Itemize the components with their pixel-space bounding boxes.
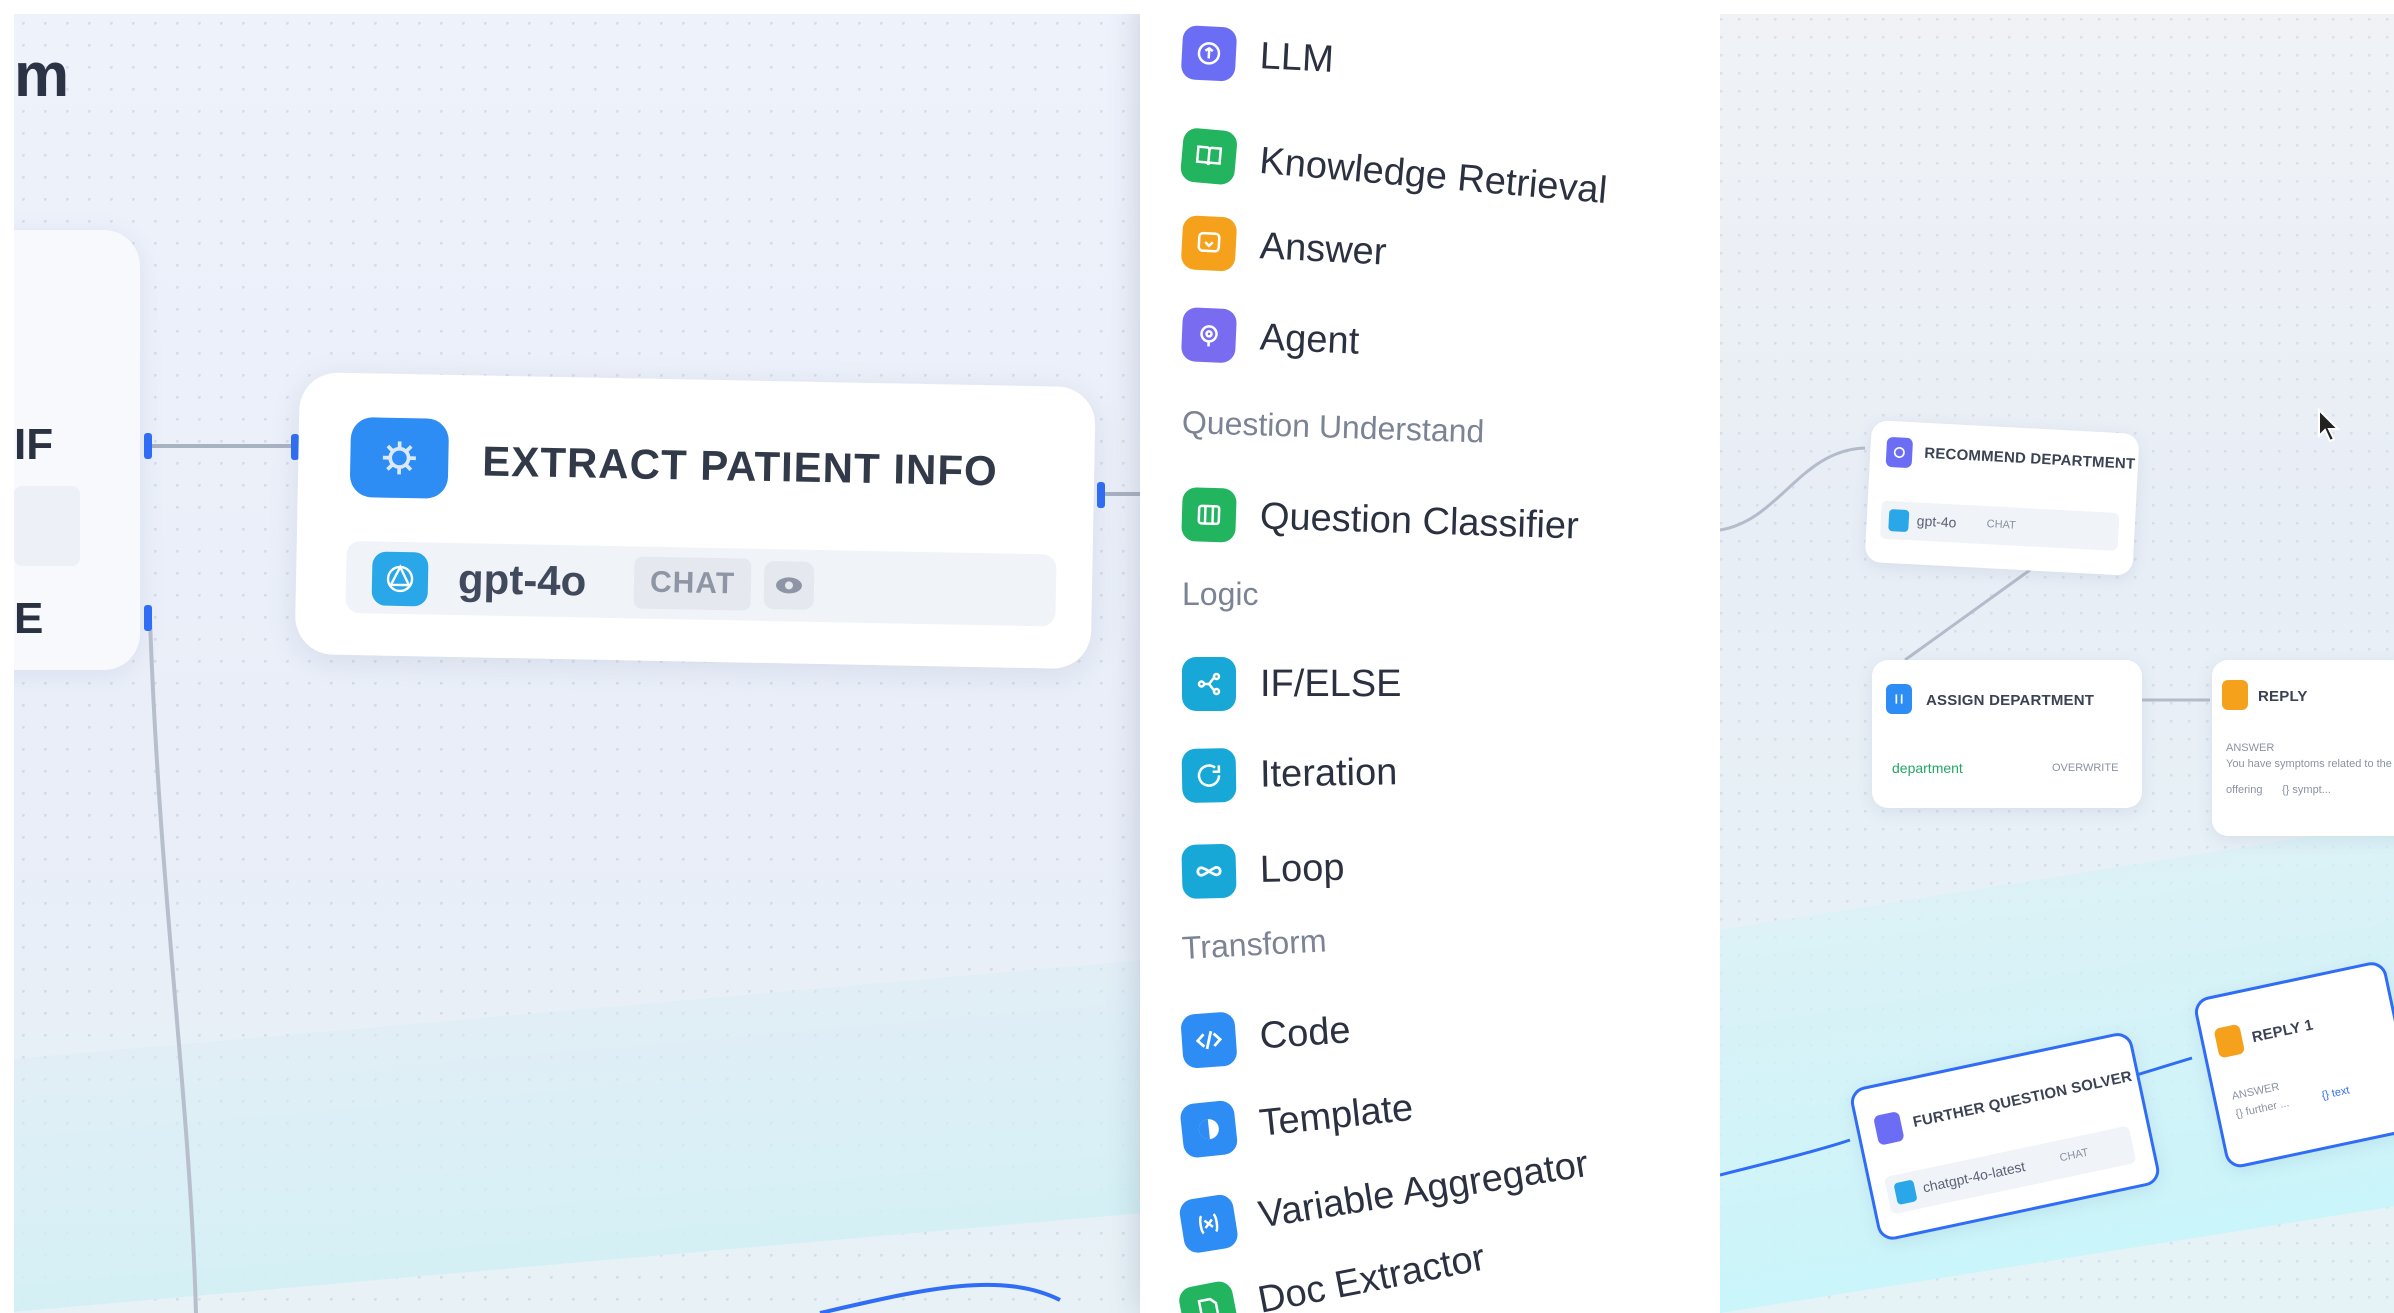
agent-icon [1180,307,1238,364]
mode-badge: CHAT [2058,1146,2090,1165]
menu-item-label: Agent [1259,315,1361,363]
menu-item-llm[interactable]: LLM [1180,22,1335,90]
llm-icon [1873,1110,1905,1146]
extract-patient-info-node[interactable]: EXTRACT PATIENT INFO gpt-4o CHAT [294,372,1096,670]
message-icon [1180,215,1238,272]
doc-icon [1176,1279,1241,1313]
node-title: REPLY [2258,688,2308,705]
menu-item-answer[interactable]: Answer [1180,212,1388,283]
menu-item-label: Code [1258,1008,1352,1058]
mode-badge: CHAT [1986,518,2017,532]
menu-item-label: Variable Aggregator [1255,1142,1592,1237]
model-name: gpt-4o [1916,512,1957,531]
message-icon [2222,680,2248,710]
template-icon [1179,1099,1239,1159]
menu-item-code[interactable]: Code [1180,1000,1353,1072]
reply-answer-label: ANSWER [2226,742,2275,754]
menu-item-label: Question Classifier [1259,494,1580,547]
menu-item-iteration[interactable]: Iteration [1181,742,1398,806]
repeat-icon [1181,748,1237,803]
model-name: gpt-4o [457,555,587,605]
reply-variable: {} further ... [2234,1097,2291,1121]
llm-icon [1885,436,1914,469]
node-title: ASSIGN DEPARTMENT [1926,692,2095,709]
variable-icon [1177,1192,1240,1255]
menu-item-if-else[interactable]: IF/ELSE [1182,654,1402,714]
reply-variable: {} sympt... [2282,784,2331,796]
menu-item-label: Knowledge Retrieval [1257,139,1609,212]
model-selector[interactable]: gpt-4o CHAT [345,540,1057,627]
menu-item-label: Answer [1258,224,1388,274]
ifelse-else-label: E [14,594,44,643]
book-icon [1179,127,1239,186]
assign-field: department [1892,760,1963,776]
node-title: REPLY 1 [2250,1016,2315,1047]
menu-item-label: IF/ELSE [1260,662,1402,705]
menu-item-knowledge-retrieval[interactable]: Knowledge Retrieval [1179,124,1609,221]
frame-left-edge [0,0,14,1313]
llm-icon [1180,25,1238,82]
reply-answer-text-2: offering [2226,784,2263,796]
extract-output-handle[interactable] [1097,482,1105,508]
menu-item-label: Loop [1259,846,1346,891]
menu-item-label: Template [1257,1086,1416,1145]
classifier-icon [1181,487,1237,543]
openai-icon [1888,509,1910,533]
reply-variable-2: {} text [2320,1084,2351,1102]
node-title: RECOMMEND DEPARTMENT [1923,444,2136,473]
openai-icon [1893,1179,1918,1206]
menu-item-template[interactable]: Template [1179,1078,1416,1162]
menu-item-question-classifier[interactable]: Question Classifier [1181,484,1580,556]
node-title: EXTRACT PATIENT INFO [481,437,999,495]
ifelse-condition-row[interactable] [14,486,80,566]
infinity-icon [1181,843,1237,899]
frame-top-edge [0,0,2394,14]
section-header-question-understand: Question Understand [1181,404,1485,450]
openai-icon [371,551,429,607]
branch-icon [1182,657,1236,711]
mouse-cursor-icon [2316,407,2342,449]
message-icon [2213,1023,2246,1059]
add-node-menu: LLM Knowledge Retrieval Answer Agent Que… [1140,0,1720,1313]
menu-item-label: Iteration [1259,750,1398,796]
reply-answer-text: You have symptoms related to the f [2226,758,2394,770]
workflow-title-partial: m [14,41,69,110]
section-header-logic: Logic [1182,576,1259,612]
code-icon [1180,1011,1238,1069]
menu-item-agent[interactable]: Agent [1180,304,1361,372]
menu-item-label: LLM [1258,34,1335,81]
menu-item-loop[interactable]: Loop [1181,838,1345,902]
mode-badge: CHAT [633,556,752,611]
eye-icon[interactable] [763,560,815,610]
assign-department-node[interactable]: ASSIGN DEPARTMENT department OVERWRITE [1872,660,2142,808]
node-title: FURTHER QUESTION SOLVER [1911,1067,2134,1131]
workflow-editor: m IF E EXTRACT PATIENT INFO gpt-4o CHAT [0,0,2394,1313]
section-header-transform: Transform [1181,922,1328,966]
brain-icon [349,416,450,499]
model-name: chatgpt-4o-latest [1921,1158,2027,1196]
else-output-handle[interactable] [144,605,152,631]
assign-type: OVERWRITE [2052,762,2119,774]
reply-node[interactable]: REPLY ANSWER You have symptoms related t… [2212,660,2394,836]
menu-item-label: Doc Extractor [1254,1236,1489,1313]
if-output-handle[interactable] [144,433,152,459]
recommend-department-node[interactable]: RECOMMEND DEPARTMENT gpt-4o CHAT [1864,420,2140,576]
ifelse-if-label: IF [14,420,54,469]
model-selector[interactable]: gpt-4o CHAT [1879,500,2120,552]
variable-icon [1886,684,1912,714]
